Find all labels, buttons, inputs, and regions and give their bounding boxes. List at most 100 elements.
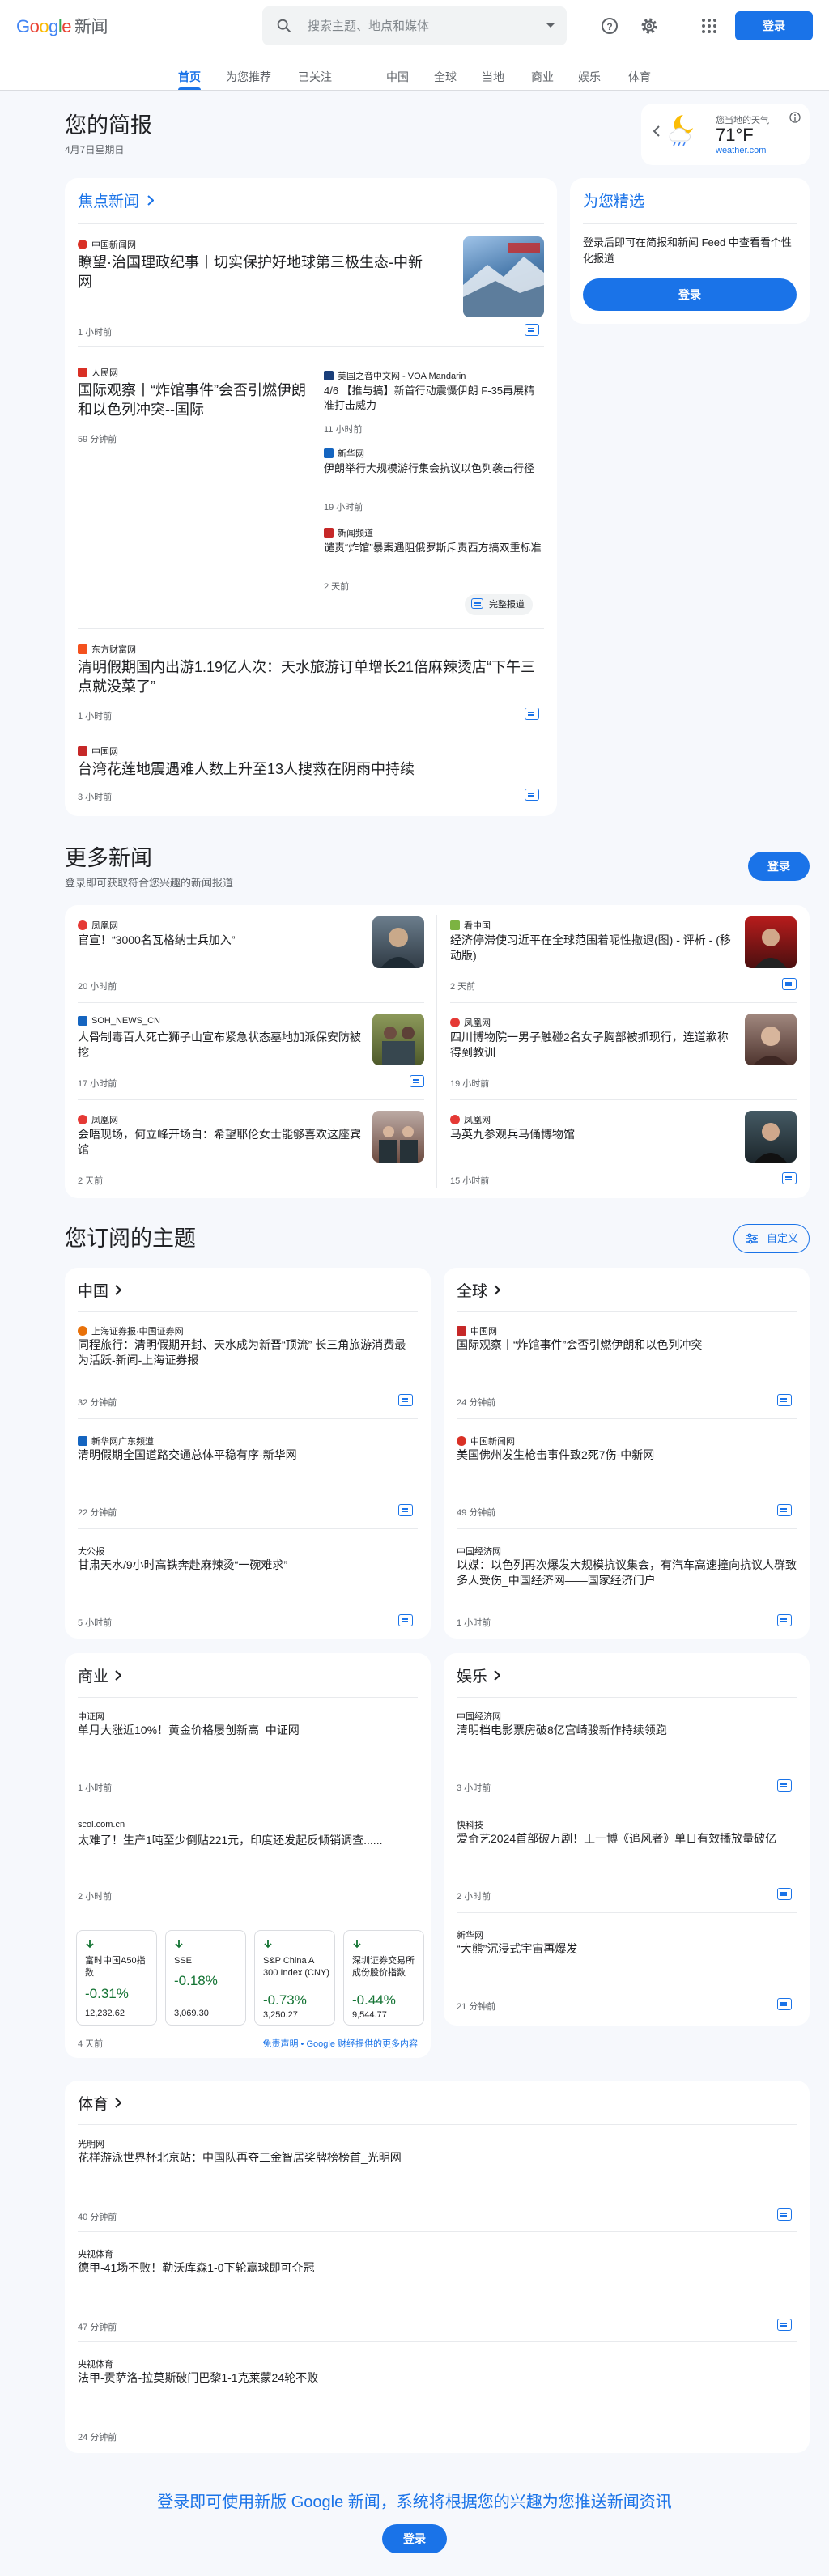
tab-following[interactable]: 已关注: [298, 69, 332, 85]
tab-for-you[interactable]: 为您推荐: [226, 69, 271, 85]
story-time: 19 小时前: [450, 1079, 490, 1089]
story-thumbnail[interactable]: [463, 236, 544, 317]
stock-card[interactable]: 富时中国A50指数 -0.31% 12,232.62: [76, 1930, 157, 2026]
stock-card[interactable]: 深圳证券交易所成份股价指数 -0.44% 9,544.77: [343, 1930, 424, 2026]
story-source: 中国网: [78, 745, 118, 758]
search-box[interactable]: [262, 6, 567, 45]
story-title[interactable]: 国际观察丨“炸馆事件”会否引燃伊朗和以色列冲突--国际: [78, 380, 312, 420]
story-title[interactable]: 清明假期国内出游1.19亿人次：天水旅游订单增长21倍麻辣烫店“下午三点就没菜了…: [78, 657, 539, 697]
story-title[interactable]: 会晤现场，何立峰开场白：希望耶伦女士能够喜欢这座宾馆: [78, 1127, 361, 1158]
full-coverage-icon[interactable]: [777, 1998, 792, 2010]
story-title[interactable]: 清明假期全国道路交通总体平稳有序-新华网: [78, 1447, 410, 1463]
story-title[interactable]: 以媒：以色列再次爆发大规模抗议集会，有汽车高速撞向抗议人群致多人受伤_中国经济网…: [457, 1558, 797, 1588]
story-source: 新华网广东频道: [78, 1435, 154, 1447]
tab-business[interactable]: 商业: [531, 69, 554, 85]
full-coverage-icon[interactable]: [525, 708, 539, 720]
source-name: 新华网: [457, 1931, 483, 1941]
tab-sports[interactable]: 体育: [628, 69, 651, 85]
story-title[interactable]: “大熊”沉浸式宇宙再爆发: [457, 1941, 789, 1957]
story-title[interactable]: 人骨制毒百人死亡狮子山宣布紧急状态墓地加派保安防被挖: [78, 1030, 361, 1061]
story-title[interactable]: 官宣！“3000名瓦格纳士兵加入”: [78, 933, 361, 948]
story-title[interactable]: 清明档电影票房破8亿宫崎骏新作持续领跑: [457, 1723, 789, 1738]
stock-card[interactable]: S&P China A 300 Index (CNY) -0.73% 3,250…: [254, 1930, 335, 2026]
topic-title-china[interactable]: 中国: [78, 1279, 122, 1301]
full-coverage-icon[interactable]: [777, 2208, 792, 2221]
related-title[interactable]: 4/6 【推与搞】新首行动震慑伊朗 F-35再展精准打击威力: [324, 384, 544, 412]
story-title[interactable]: 台湾花莲地震遇难人数上升至13人搜救在阴雨中持续: [78, 759, 539, 779]
search-input[interactable]: [308, 16, 534, 36]
header-signin-button[interactable]: 登录: [735, 11, 813, 40]
chevron-down-icon[interactable]: [546, 23, 555, 29]
weather-source[interactable]: weather.com: [716, 146, 766, 155]
weather-card[interactable]: 您当地的天气 71°F weather.com: [641, 104, 810, 165]
tab-world[interactable]: 全球: [434, 69, 457, 85]
full-coverage-icon[interactable]: [398, 1504, 413, 1516]
headlines-title[interactable]: 焦点新闻: [78, 189, 155, 211]
footer-signin-button[interactable]: 登录: [382, 2524, 447, 2553]
related-title[interactable]: 伊朗举行大规模游行集会抗议以色列袭击行径: [324, 461, 544, 476]
tab-local[interactable]: 当地: [482, 69, 504, 85]
tab-home[interactable]: 首页: [178, 69, 201, 85]
story-thumbnail[interactable]: [372, 1111, 424, 1163]
story-title[interactable]: 经济停滞使习近平在全球范围着呢性撤退(图) - 评析 - (移动版): [450, 933, 733, 963]
story-title[interactable]: 德甲-41场不败！勒沃库森1-0下轮赢球即可夺冠: [78, 2260, 790, 2276]
related-source: 新华网: [324, 447, 364, 460]
chevron-left-icon[interactable]: [653, 125, 661, 137]
story-title[interactable]: 马英九参观兵马俑博物馆: [450, 1127, 733, 1142]
story-source: 人民网: [78, 366, 118, 379]
topic-title-business[interactable]: 商业: [78, 1664, 122, 1686]
story-thumbnail[interactable]: [745, 1111, 797, 1163]
story-title[interactable]: 甘肃天水/9小时高铁奔赴麻辣烫“一碗难求”: [78, 1558, 410, 1573]
full-coverage-icon[interactable]: [777, 1779, 792, 1792]
story-title[interactable]: 太难了！生产1吨至少倒贴221元，印度还发起反倾销调查......: [78, 1833, 410, 1848]
full-coverage-icon[interactable]: [525, 324, 539, 336]
story-time: 59 分钟前: [78, 435, 117, 444]
divider: [450, 1002, 797, 1003]
topic-title-world[interactable]: 全球: [457, 1279, 501, 1301]
full-coverage-icon[interactable]: [398, 1614, 413, 1626]
gear-icon[interactable]: [640, 16, 659, 36]
story-thumbnail[interactable]: [372, 916, 424, 968]
active-tab-indicator: [178, 87, 201, 90]
full-coverage-icon[interactable]: [410, 1075, 424, 1087]
story-title[interactable]: 四川博物院一男子触碰2名女子胸部被抓现行，连道歉称得到教训: [450, 1030, 733, 1061]
full-coverage-icon[interactable]: [782, 1172, 797, 1184]
story-title[interactable]: 法甲-贡萨洛-拉莫斯破门巴黎1-1克莱蒙24轮不败: [78, 2370, 790, 2386]
full-coverage-icon[interactable]: [777, 2319, 792, 2331]
finance-disclaimer-link[interactable]: 免责声明 • Google 财经提供的更多内容: [263, 2037, 419, 2050]
story-thumbnail[interactable]: [745, 1014, 797, 1065]
related-title[interactable]: 谴责“炸馆”暴案遇阻俄罗斯斥责西方搞双重标准: [324, 541, 544, 555]
tab-china[interactable]: 中国: [386, 69, 409, 85]
google-news-logo[interactable]: Google 新闻: [16, 14, 108, 38]
full-coverage-icon[interactable]: [782, 978, 797, 990]
topic-title-entertainment[interactable]: 娱乐: [457, 1664, 501, 1686]
story-title[interactable]: 花样游泳世界杯北京站：中国队再夺三金智居奖牌榜榜首_光明网: [78, 2150, 790, 2166]
help-icon[interactable]: ?: [600, 16, 619, 36]
full-coverage-button[interactable]: 完整报道: [465, 594, 533, 615]
story-thumbnail[interactable]: [372, 1014, 424, 1065]
stock-card[interactable]: SSE -0.18% 3,069.30: [165, 1930, 246, 2026]
full-coverage-icon[interactable]: [525, 789, 539, 801]
full-coverage-icon[interactable]: [777, 1504, 792, 1516]
source-name: 新闻频道: [338, 529, 373, 538]
story-title[interactable]: 爱奇艺2024首部破万剧！王一博《追风者》单日有效播放量破亿: [457, 1831, 789, 1847]
story-title[interactable]: 国际观察丨“炸馆事件”会否引燃伊朗和以色列冲突: [457, 1337, 789, 1353]
story-title[interactable]: 美国佛州发生枪击事件致2死7伤-中新网: [457, 1447, 789, 1463]
briefing-title: 您的简报: [65, 113, 152, 138]
story-title[interactable]: 瞭望·治国理政纪事丨切实保护好地球第三极生态-中新网: [78, 253, 426, 292]
search-icon[interactable]: [275, 17, 293, 35]
story-thumbnail[interactable]: [745, 916, 797, 968]
picks-signin-button[interactable]: 登录: [583, 278, 797, 311]
apps-icon[interactable]: [699, 16, 719, 36]
full-coverage-icon[interactable]: [777, 1614, 792, 1626]
tab-entertainment[interactable]: 娱乐: [578, 69, 601, 85]
topic-title-sports[interactable]: 体育: [78, 2092, 122, 2114]
full-coverage-icon[interactable]: [777, 1888, 792, 1900]
full-coverage-icon[interactable]: [398, 1394, 413, 1406]
full-coverage-icon[interactable]: [777, 1394, 792, 1406]
customize-button[interactable]: 自定义: [733, 1224, 810, 1253]
more-signin-button[interactable]: 登录: [748, 852, 810, 881]
story-title[interactable]: 同程旅行：清明假期开封、天水成为新晋“顶流” 长三角旅游消费最为活跃-新闻-上海…: [78, 1337, 410, 1368]
story-title[interactable]: 单月大涨近10%！黄金价格屡创新高_中证网: [78, 1723, 410, 1738]
info-icon[interactable]: [789, 112, 801, 123]
